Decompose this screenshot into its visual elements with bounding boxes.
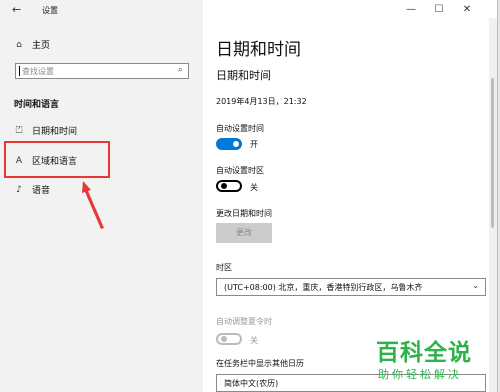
- watermark-logo: [358, 335, 372, 369]
- auto-time-toggle[interactable]: [216, 138, 242, 150]
- home-link[interactable]: ⌂ 主页: [14, 38, 51, 52]
- page-title: 日期和时间: [216, 40, 301, 60]
- minimize-button[interactable]: —: [397, 2, 425, 18]
- calendar-clock-icon: ⏍: [15, 125, 23, 136]
- close-button[interactable]: ✕: [453, 2, 481, 18]
- microphone-icon: ♪: [16, 184, 22, 195]
- taskbar-calendar-label: 在任务栏中显示其他日历: [216, 359, 304, 368]
- search-input[interactable]: 查找设置 ⌕: [15, 63, 189, 79]
- timezone-label: 时区: [216, 263, 232, 272]
- auto-timezone-toggle[interactable]: [216, 180, 242, 192]
- search-placeholder: 查找设置: [22, 67, 54, 76]
- dst-toggle[interactable]: [216, 333, 242, 345]
- dst-label: 自动调整夏令时: [216, 317, 272, 326]
- scrollbar-thumb[interactable]: [491, 78, 494, 228]
- sidebar-item-speech[interactable]: ♪ 语音: [14, 183, 51, 197]
- sidebar-item-label: 语音: [32, 186, 51, 196]
- taskbar-calendar-value: 简体中文(农历): [224, 379, 279, 388]
- sidebar-item-label: 日期和时间: [32, 127, 78, 137]
- watermark: 百科全说 助你轻松解决: [358, 333, 498, 388]
- home-icon: ⌂: [16, 39, 22, 50]
- chevron-down-icon: ⌄: [472, 281, 479, 290]
- toggle-knob: [221, 183, 227, 189]
- maximize-button[interactable]: ☐: [425, 2, 453, 18]
- title-bar: ← 设置: [0, 0, 203, 20]
- section-heading: 日期和时间: [216, 69, 271, 82]
- watermark-title: 百科全说: [376, 340, 472, 366]
- red-arrow-icon: [82, 181, 104, 229]
- timezone-value: (UTC+08:00) 北京，重庆，香港特别行政区，乌鲁木齐: [224, 283, 423, 292]
- auto-time-state: 开: [250, 140, 258, 149]
- back-arrow-icon[interactable]: ←: [12, 3, 21, 16]
- text-caret: [19, 66, 20, 76]
- sidebar-item-date-time[interactable]: ⏍ 日期和时间: [14, 124, 78, 138]
- app-title: 设置: [42, 6, 58, 15]
- toggle-knob: [221, 336, 227, 342]
- current-datetime: 2019年4月13日，21:32: [216, 97, 307, 106]
- auto-timezone-label: 自动设置时区: [216, 166, 264, 175]
- change-button[interactable]: 更改: [216, 223, 272, 243]
- window-controls: — ☐ ✕: [397, 2, 481, 18]
- home-label: 主页: [32, 41, 51, 51]
- highlight-box: [4, 141, 110, 178]
- toggle-knob: [233, 141, 239, 147]
- sidebar: ← 设置 ⌂ 主页 查找设置 ⌕ 时间和语言 ⏍ 日期和时间 A 区域和语言 ♪…: [0, 0, 203, 392]
- change-datetime-label: 更改日期和时间: [216, 209, 272, 218]
- timezone-select[interactable]: (UTC+08:00) 北京，重庆，香港特别行政区，乌鲁木齐 ⌄: [216, 278, 486, 296]
- watermark-subtitle: 助你轻松解决: [378, 368, 462, 381]
- dst-state: 关: [250, 336, 258, 345]
- auto-time-label: 自动设置时间: [216, 124, 264, 133]
- search-icon[interactable]: ⌕: [178, 65, 183, 75]
- auto-timezone-state: 关: [250, 183, 258, 192]
- section-title: 时间和语言: [14, 100, 60, 110]
